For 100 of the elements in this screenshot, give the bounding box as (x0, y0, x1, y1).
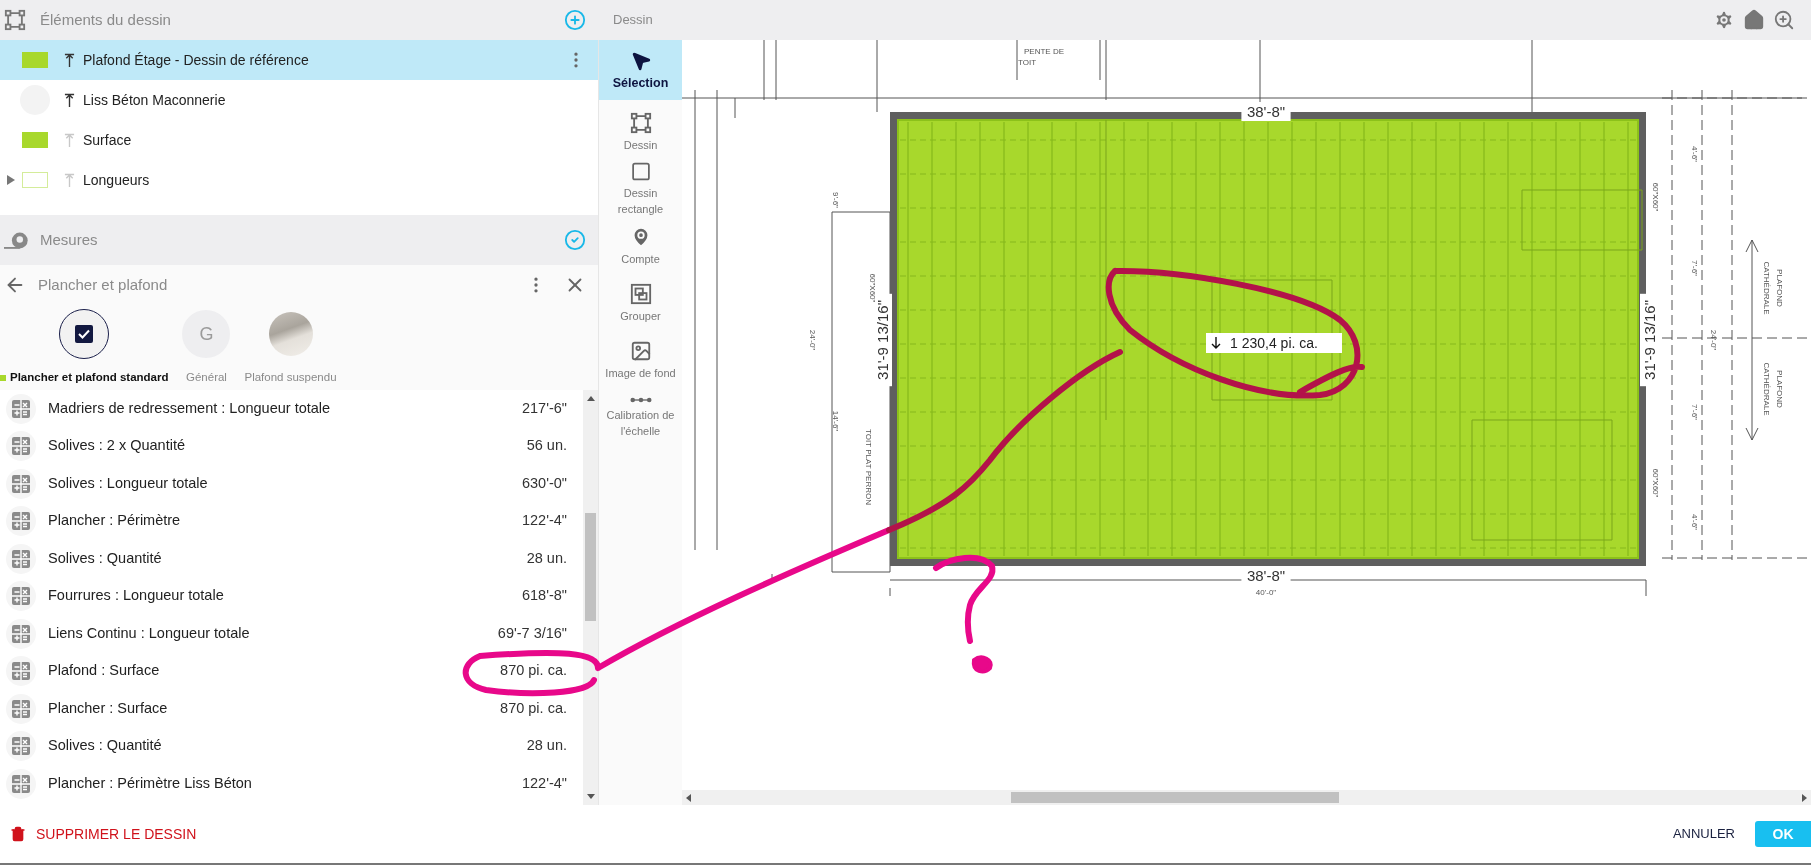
tool-button[interactable]: Image de fond (599, 332, 682, 388)
measure-label: Liens Continu : Longueur totale (48, 623, 250, 643)
home-icon[interactable] (1743, 9, 1765, 31)
tree-item-label: Liss Béton Maconnerie (83, 90, 226, 110)
measure-label: Plancher : Surface (48, 698, 168, 718)
scroll-left-icon[interactable] (686, 793, 691, 802)
tool-button[interactable]: Dessin (599, 104, 682, 160)
calculator-icon (11, 736, 31, 757)
group-icon (629, 282, 652, 305)
type-label: Général (186, 370, 227, 385)
measure-value: 28 un. (526, 736, 567, 756)
check-circle-icon[interactable] (564, 229, 586, 251)
tree-item-label: Surface (83, 130, 132, 150)
tree-item-label: Plafond Étage - Dessin de référence (83, 50, 309, 70)
plan-note: 9'-6" (830, 192, 840, 208)
settings-icon[interactable] (1713, 9, 1735, 31)
measure-label: Solives : Quantité (48, 548, 162, 568)
plan-note: 4'-6" (1689, 514, 1699, 530)
expand-triangle-icon[interactable] (7, 175, 15, 185)
plan-note: PENTE DE (1024, 47, 1064, 57)
cancel-button[interactable]: ANNULER (1670, 824, 1737, 844)
scrollbar-thumb[interactable] (1011, 792, 1339, 803)
color-swatch (22, 52, 48, 68)
calculator-icon (11, 473, 31, 494)
ceiling-photo-placeholder[interactable] (268, 312, 313, 356)
measure-label: Solives : Longueur totale (48, 473, 208, 493)
plan-note: 24'-0" (807, 329, 817, 351)
measure-value: 56 un. (526, 436, 567, 456)
measure-label: Plancher : Périmètre (48, 511, 181, 531)
zoom-in-icon[interactable] (1773, 9, 1795, 31)
measure-label: Solives : 2 x Quantité (48, 436, 185, 456)
tool-button[interactable]: Grouper (599, 275, 682, 331)
measure-value: 618'-8" (522, 586, 567, 606)
plan-note: CATHÉDRALE (1761, 261, 1771, 315)
scrollbar-thumb[interactable] (585, 513, 596, 621)
type-option[interactable] (59, 309, 110, 359)
trash-icon (10, 824, 26, 844)
tree-item-label: Longueurs (83, 170, 150, 190)
tape-measure-icon (4, 230, 30, 250)
plan-note: 14'-6" (830, 410, 840, 432)
color-swatch (22, 132, 48, 148)
calculator-icon (11, 586, 31, 607)
check-icon (78, 329, 91, 339)
letter-avatar: G (199, 322, 214, 346)
dotted-line-icon (629, 395, 652, 404)
selected-marker (0, 374, 6, 381)
frame-icon (629, 111, 652, 134)
plan-note: 24'-0" (1708, 329, 1718, 351)
rectangle-icon (629, 161, 652, 182)
dimension-label: 38'-8" (1241, 102, 1291, 121)
scrollbar[interactable] (682, 790, 1811, 805)
plan-note: 7'-6" (1689, 404, 1699, 420)
scroll-up-icon[interactable] (586, 396, 595, 401)
color-swatch (22, 172, 48, 188)
calculator-icon (11, 436, 31, 457)
plan-note: TOIT PLAT PERRON (863, 429, 873, 505)
plan-note: PLAFOND (1774, 370, 1784, 408)
measure-label: Plafond : Surface (48, 661, 160, 681)
measure-label: Fourrures : Longueur totale (48, 586, 224, 606)
category-title: Plancher et plafond (38, 274, 168, 295)
measure-value: 630'-0" (522, 473, 567, 493)
type-option[interactable]: G (182, 310, 231, 358)
calculator-icon (11, 773, 31, 794)
plan-note: 40'-0" (1255, 588, 1277, 598)
calculator-icon (11, 661, 31, 682)
plan-note: TOIT (1017, 58, 1037, 68)
tool-button[interactable]: Calibration de l'échelle (599, 389, 682, 445)
calculator-icon (11, 623, 31, 644)
measure-label: Solives : Quantité (48, 736, 162, 756)
frame-icon (4, 9, 26, 31)
plan-note: 7'-6" (1689, 260, 1699, 276)
calculator-icon (11, 398, 31, 419)
type-label: Plafond suspendu (244, 370, 337, 385)
panel-title: Dessin (613, 11, 653, 30)
measure-value: 870 pi. ca. (500, 698, 567, 718)
plan-note: 60"X60" (1650, 468, 1660, 498)
measure-value: 870 pi. ca. (500, 661, 567, 681)
measure-value: 122'-4" (522, 511, 567, 531)
area-label: 1 230,4 pi. ca. (1206, 333, 1342, 353)
scroll-down-icon[interactable] (586, 794, 595, 799)
tool-button[interactable]: Compte (599, 218, 682, 274)
delete-button[interactable]: SUPPRIMER LE DESSIN (10, 823, 197, 845)
type-label: Plancher et plafond standard (10, 370, 169, 385)
plan-note: 4'-6" (1689, 146, 1699, 162)
measure-value: 122'-4" (522, 773, 567, 793)
plan-note: PLAFOND (1774, 269, 1784, 307)
panel-title: Mesures (40, 229, 98, 250)
scrollbar[interactable] (583, 390, 598, 805)
tool-button[interactable]: Sélection (599, 40, 682, 100)
image-icon (629, 339, 652, 362)
scroll-right-icon[interactable] (1802, 793, 1807, 802)
calculator-icon (11, 548, 31, 569)
panel-title: Éléments du dessin (40, 9, 171, 30)
measure-label: Plancher : Périmètre Liss Béton (48, 773, 252, 793)
plan-note: 60"X60" (1650, 182, 1660, 212)
plan-note: CATHÉDRALE (1761, 362, 1771, 416)
tool-button[interactable]: Dessin rectangle (599, 161, 682, 217)
measure-label: Madriers de redressement : Longueur totale (48, 398, 331, 418)
tree-item[interactable]: Plafond Étage - Dessin de référence (0, 40, 598, 80)
measure-value: 69'-7 3/16" (497, 623, 567, 643)
